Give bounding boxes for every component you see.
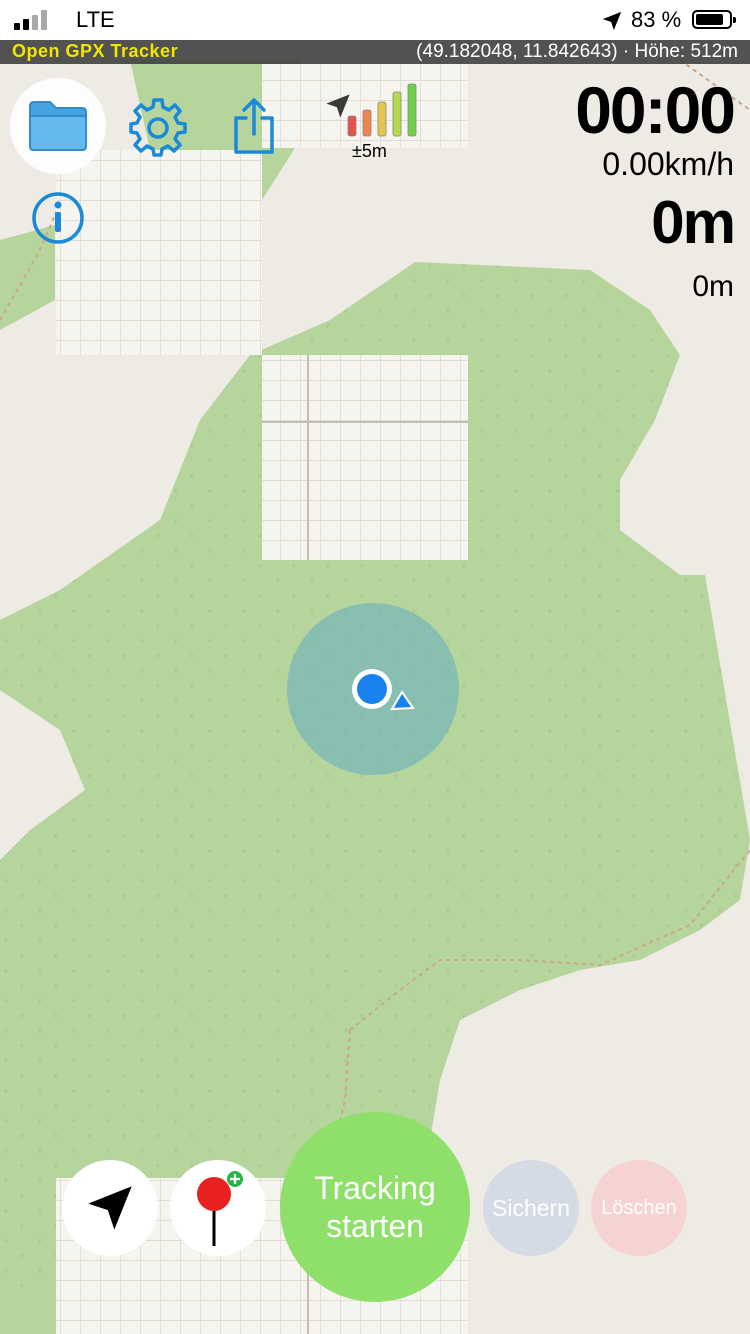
battery-percentage: 83 % <box>631 7 682 32</box>
delete-button[interactable]: Löschen <box>591 1160 687 1256</box>
gps-signal-bar <box>347 115 357 137</box>
add-pin-button[interactable] <box>170 1160 266 1256</box>
gps-accuracy-label: ±5m <box>352 141 387 161</box>
carrier-label: LTE <box>76 7 115 32</box>
cellular-signal-icon <box>14 10 50 30</box>
timer-display: 00:00 <box>575 73 736 147</box>
gps-signal-bar <box>362 109 372 137</box>
gear-icon[interactable] <box>128 98 188 158</box>
gps-signal-bar <box>407 83 417 137</box>
share-icon[interactable] <box>232 96 276 156</box>
location-services-icon <box>602 11 622 31</box>
info-icon[interactable] <box>30 190 86 246</box>
save-button[interactable]: Sichern <box>483 1160 579 1256</box>
app-title: Open GPX Tracker <box>12 41 179 61</box>
gps-signal-bar <box>392 91 402 137</box>
gps-signal-bars <box>347 83 417 137</box>
app-info-bar: Open GPX Tracker (49.182048, 11.842643) … <box>0 40 750 64</box>
battery-icon <box>692 10 736 29</box>
gps-signal-bar <box>377 101 387 137</box>
navigation-arrow-icon <box>88 1186 132 1230</box>
coordinates-readout: (49.182048, 11.842643) · Höhe: 512m <box>416 41 738 62</box>
start-tracking-button[interactable]: Tracking starten <box>280 1112 470 1302</box>
add-pin-icon <box>197 1171 243 1246</box>
status-bar: LTE 83 % <box>0 0 750 40</box>
speed-display: 0.00km/h <box>602 146 734 182</box>
total-distance-display: 0m <box>651 189 736 256</box>
folder-icon <box>29 101 87 151</box>
open-folder-button[interactable] <box>10 78 106 174</box>
segment-distance-display: 0m <box>692 270 734 303</box>
follow-user-button[interactable] <box>62 1160 158 1256</box>
